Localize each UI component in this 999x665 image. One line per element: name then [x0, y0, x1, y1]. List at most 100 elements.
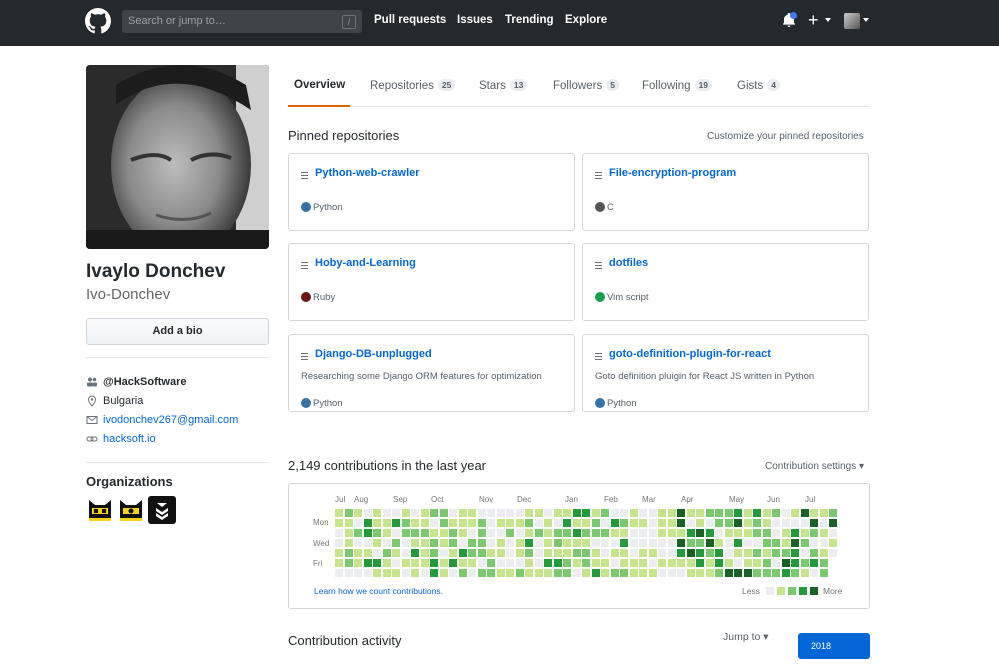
user-avatar-icon[interactable]	[844, 13, 860, 29]
contribution-day-cell[interactable]	[781, 509, 790, 517]
contribution-day-cell[interactable]	[601, 529, 609, 537]
contribution-day-cell[interactable]	[525, 559, 533, 567]
contribution-day-cell[interactable]	[344, 539, 353, 547]
contribution-day-cell[interactable]	[781, 549, 790, 557]
contribution-day-cell[interactable]	[582, 569, 590, 577]
contribution-day-cell[interactable]	[515, 569, 524, 577]
contribution-day-cell[interactable]	[487, 539, 495, 547]
contribution-day-cell[interactable]	[525, 529, 533, 537]
contribution-day-cell[interactable]	[344, 529, 353, 537]
contribution-day-cell[interactable]	[781, 519, 790, 527]
contribution-day-cell[interactable]	[819, 569, 828, 577]
contribution-day-cell[interactable]	[373, 559, 381, 567]
contribution-day-cell[interactable]	[553, 539, 562, 547]
contribution-day-cell[interactable]	[458, 569, 467, 577]
contribution-day-cell[interactable]	[601, 559, 609, 567]
contribution-day-cell[interactable]	[468, 539, 476, 547]
contribution-day-cell[interactable]	[401, 529, 410, 537]
contribution-day-cell[interactable]	[506, 539, 514, 547]
contribution-day-cell[interactable]	[458, 509, 467, 517]
contribution-day-cell[interactable]	[762, 549, 771, 557]
contribution-day-cell[interactable]	[762, 529, 771, 537]
contribution-day-cell[interactable]	[791, 529, 799, 537]
contribution-day-cell[interactable]	[648, 559, 657, 567]
nav-issues[interactable]: Issues	[457, 14, 493, 26]
contribution-day-cell[interactable]	[772, 519, 780, 527]
contribution-day-cell[interactable]	[639, 509, 647, 517]
contribution-day-cell[interactable]	[791, 549, 799, 557]
contribution-day-cell[interactable]	[800, 539, 809, 547]
contribution-day-cell[interactable]	[715, 539, 723, 547]
github-octocat-icon[interactable]	[85, 8, 111, 34]
contribution-day-cell[interactable]	[800, 569, 809, 577]
tab-followers[interactable]: Followers 5	[553, 79, 619, 92]
contribution-day-cell[interactable]	[677, 509, 685, 517]
contribution-day-cell[interactable]	[686, 559, 695, 567]
contribution-day-cell[interactable]	[572, 569, 581, 577]
contribution-day-cell[interactable]	[572, 529, 581, 537]
contribution-day-cell[interactable]	[696, 569, 704, 577]
contribution-day-cell[interactable]	[506, 509, 514, 517]
contribution-day-cell[interactable]	[496, 539, 505, 547]
contribution-day-cell[interactable]	[762, 519, 771, 527]
contribution-day-cell[interactable]	[620, 529, 628, 537]
contribution-day-cell[interactable]	[449, 539, 457, 547]
contribution-day-cell[interactable]	[373, 519, 381, 527]
contribution-day-cell[interactable]	[534, 509, 543, 517]
contribution-day-cell[interactable]	[401, 549, 410, 557]
contribution-day-cell[interactable]	[439, 509, 448, 517]
contribution-day-cell[interactable]	[449, 549, 457, 557]
contribution-day-cell[interactable]	[753, 509, 761, 517]
contribution-day-cell[interactable]	[411, 529, 419, 537]
contribution-day-cell[interactable]	[791, 569, 799, 577]
org-avatar-1[interactable]	[86, 496, 114, 524]
contribution-day-cell[interactable]	[373, 529, 381, 537]
contribution-day-cell[interactable]	[572, 559, 581, 567]
contribution-day-cell[interactable]	[392, 519, 400, 527]
contribution-day-cell[interactable]	[810, 539, 818, 547]
contribution-day-cell[interactable]	[354, 559, 362, 567]
contribution-day-cell[interactable]	[677, 529, 685, 537]
contribution-day-cell[interactable]	[686, 529, 695, 537]
contribution-day-cell[interactable]	[715, 559, 723, 567]
repo-name-link[interactable]: Django-DB-unplugged	[315, 348, 432, 360]
contribution-day-cell[interactable]	[335, 519, 343, 527]
contribution-day-cell[interactable]	[791, 519, 799, 527]
contribution-day-cell[interactable]	[620, 559, 628, 567]
contribution-day-cell[interactable]	[572, 509, 581, 517]
contribution-day-cell[interactable]	[553, 559, 562, 567]
contribution-day-cell[interactable]	[781, 529, 790, 537]
contribution-day-cell[interactable]	[468, 559, 476, 567]
contribution-day-cell[interactable]	[544, 549, 552, 557]
contribution-day-cell[interactable]	[829, 549, 837, 557]
contribution-day-cell[interactable]	[449, 509, 457, 517]
contribution-day-cell[interactable]	[658, 509, 666, 517]
contribution-day-cell[interactable]	[601, 539, 609, 547]
contribution-day-cell[interactable]	[582, 529, 590, 537]
contribution-day-cell[interactable]	[335, 549, 343, 557]
contribution-day-cell[interactable]	[667, 559, 676, 567]
contribution-day-cell[interactable]	[686, 569, 695, 577]
add-bio-button[interactable]: Add a bio	[86, 318, 269, 345]
contribution-day-cell[interactable]	[705, 569, 714, 577]
contribution-day-cell[interactable]	[420, 539, 429, 547]
contribution-day-cell[interactable]	[382, 539, 391, 547]
contribution-day-cell[interactable]	[563, 549, 571, 557]
contribution-day-cell[interactable]	[373, 509, 381, 517]
contribution-day-cell[interactable]	[781, 539, 790, 547]
contribution-day-cell[interactable]	[420, 559, 429, 567]
contribution-day-cell[interactable]	[772, 539, 780, 547]
contribution-day-cell[interactable]	[705, 509, 714, 517]
jump-to-dropdown[interactable]: Jump to ▾	[723, 631, 769, 643]
drag-handle-icon[interactable]	[301, 353, 308, 360]
contribution-day-cell[interactable]	[392, 559, 400, 567]
contribution-day-cell[interactable]	[610, 549, 619, 557]
contribution-day-cell[interactable]	[382, 529, 391, 537]
contribution-day-cell[interactable]	[439, 559, 448, 567]
contribution-day-cell[interactable]	[800, 549, 809, 557]
contribution-day-cell[interactable]	[496, 519, 505, 527]
tab-repositories[interactable]: Repositories 25	[370, 79, 456, 92]
contribution-day-cell[interactable]	[582, 549, 590, 557]
contribution-day-cell[interactable]	[753, 529, 761, 537]
contribution-day-cell[interactable]	[715, 529, 723, 537]
